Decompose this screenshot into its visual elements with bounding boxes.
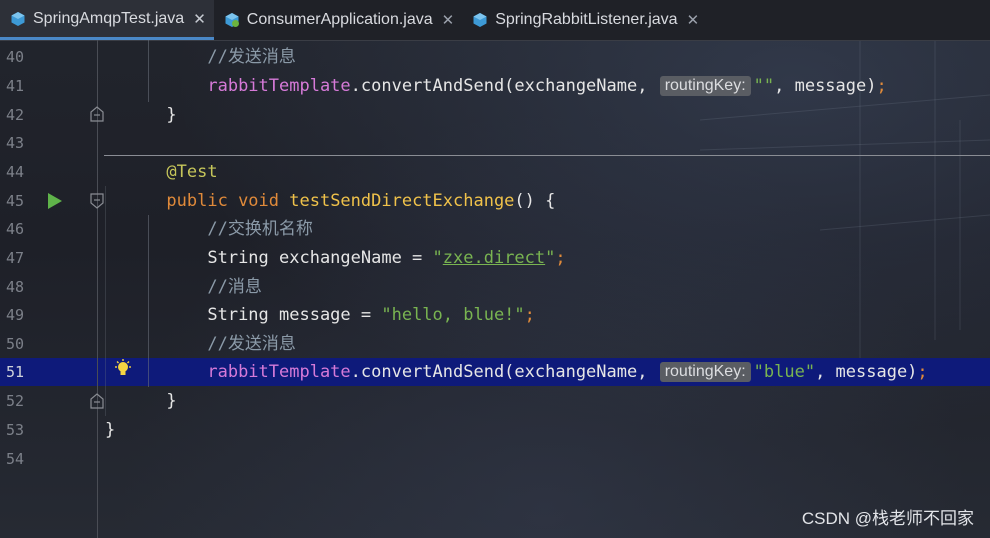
code-field: rabbitTemplate [207,362,351,382]
code-line-50[interactable]: //发送消息 [105,330,296,358]
code-line-41[interactable]: rabbitTemplate.convertAndSend(exchangeNa… [105,72,887,100]
code-comment: //发送消息 [207,47,296,67]
code-string-link[interactable]: zxe.direct [443,248,545,268]
code-string: "hello, blue!" [381,305,525,325]
tab-consumer-application[interactable]: ConsumerApplication.java ✕ [214,0,462,40]
code-comment: //消息 [207,277,262,297]
watermark: CSDN @栈老师不回家 [801,509,974,528]
parameter-hint: routingKey: [659,76,751,96]
line-number: 47 [6,249,25,267]
code-annotation: @Test [166,162,218,182]
tab-label: SpringAmqpTest.java [33,9,185,27]
editor-tab-bar: SpringAmqpTest.java ✕ ConsumerApplicatio… [0,0,990,41]
tab-label: ConsumerApplication.java [246,11,433,28]
code-call: .convertAndSend(exchangeName, [350,362,658,382]
code-text: } [166,105,177,125]
code-semicolon: ; [917,362,928,382]
line-number: 45 [6,192,25,210]
code-line-49[interactable]: String message = "hello, blue!"; [105,301,535,329]
method-separator [104,155,990,156]
code-keyword: public void [166,191,290,211]
code-comment: //交换机名称 [207,219,313,239]
code-line-40[interactable]: //发送消息 [105,43,296,71]
code-text: , message) [774,76,877,96]
close-icon[interactable]: ✕ [193,10,206,28]
java-class-icon [473,13,487,27]
line-number: 54 [6,450,25,468]
code-line-47[interactable]: String exchangeName = "zxe.direct"; [105,244,566,272]
line-number: 43 [6,134,25,152]
code-line-45[interactable]: public void testSendDirectExchange() { [105,187,555,215]
fold-end-icon[interactable] [90,106,104,122]
code-declaration: String exchangeName = [207,248,433,268]
close-icon[interactable]: ✕ [442,11,455,29]
code-line-48[interactable]: //消息 [105,273,262,301]
code-line-51[interactable]: rabbitTemplate.convertAndSend(exchangeNa… [105,358,928,386]
code-line-42[interactable]: } [105,101,177,129]
code-line-52[interactable]: } [105,387,177,415]
code-quote: " [545,248,556,268]
code-declaration: String message = [207,305,382,325]
tab-spring-amqp-test[interactable]: SpringAmqpTest.java ✕ [0,0,214,40]
code-semicolon: ; [555,248,566,268]
line-number: 52 [6,392,25,410]
code-field: rabbitTemplate [207,76,351,96]
line-number: 53 [6,421,25,439]
code-line-53[interactable]: } [105,416,115,444]
java-class-icon [11,11,25,26]
code-text: () { [514,191,556,211]
code-comment: //发送消息 [207,334,296,354]
tab-spring-rabbit-listener[interactable]: SpringRabbitListener.java ✕ [462,0,707,40]
code-line-44[interactable]: @Test [105,158,218,186]
run-test-icon[interactable] [47,192,63,210]
code-quote: " [432,248,443,268]
line-number: 40 [6,48,25,66]
code-line-46[interactable]: //交换机名称 [105,215,313,243]
spring-boot-class-icon [225,13,239,27]
code-text: } [166,391,177,411]
code-method-name: testSendDirectExchange [289,191,515,211]
code-string: "" [753,76,775,96]
code-semicolon: ; [524,305,535,325]
fold-start-icon[interactable] [90,193,104,209]
line-number: 50 [6,335,25,353]
line-number: 44 [6,163,25,181]
line-number: 41 [6,77,25,95]
code-text: } [105,420,116,440]
parameter-hint: routingKey: [659,362,751,382]
code-string: "blue" [753,362,816,382]
code-text: , message) [815,362,918,382]
code-call: .convertAndSend(exchangeName, [350,76,658,96]
close-icon[interactable]: ✕ [687,11,700,29]
line-number: 46 [6,220,25,238]
fold-end-icon[interactable] [90,393,104,409]
code-semicolon: ; [876,76,887,96]
line-number: 42 [6,106,25,124]
tab-label: SpringRabbitListener.java [495,11,678,28]
line-number-current: 51 [6,363,25,381]
line-number: 48 [6,278,25,296]
line-number: 49 [6,306,25,324]
